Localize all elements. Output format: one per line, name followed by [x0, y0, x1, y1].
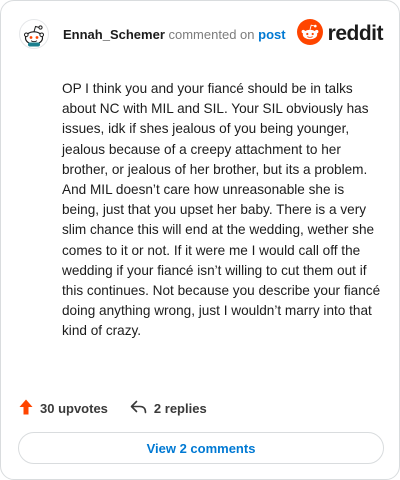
- reply-arrow-icon: [130, 400, 147, 417]
- view-comments-button[interactable]: View 2 comments: [18, 432, 384, 464]
- comment-header: Ennah_Schemer commented on post reddit: [19, 17, 384, 51]
- username[interactable]: Ennah_Schemer: [63, 27, 165, 42]
- post-link[interactable]: post: [258, 27, 285, 42]
- comment-card: Ennah_Schemer commented on post reddit O…: [0, 0, 400, 480]
- upvotes-group[interactable]: 30 upvotes: [19, 399, 108, 418]
- reddit-wordmark: reddit: [327, 22, 384, 45]
- replies-count: 2 replies: [153, 400, 207, 416]
- reddit-logo-icon: [296, 18, 323, 50]
- comment-meta: Ennah_Schemer commented on post: [63, 27, 286, 42]
- replies-group[interactable]: 2 replies: [130, 400, 207, 417]
- snoo-avatar-icon[interactable]: [19, 19, 49, 49]
- upvotes-count: 30 upvotes: [40, 400, 108, 416]
- comment-body: OP I think you and your fiancé should be…: [62, 81, 381, 339]
- reddit-brand[interactable]: reddit: [296, 18, 384, 50]
- commented-on-text: commented on: [168, 26, 255, 42]
- comment-footer: 30 upvotes 2 replies: [19, 397, 207, 419]
- upvote-arrow-icon: [19, 399, 33, 418]
